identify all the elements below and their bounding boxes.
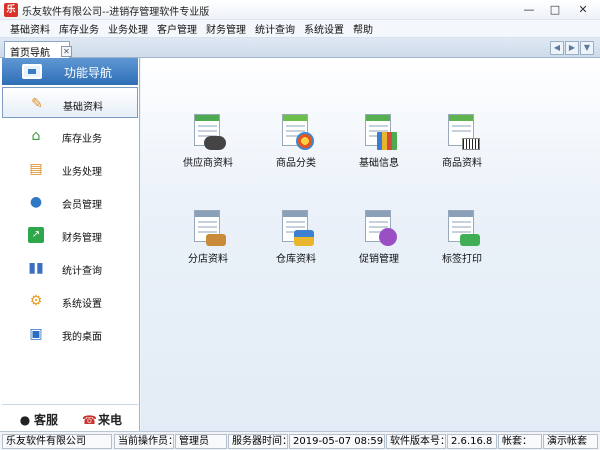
status-server-time-label: 服务器时间： [228, 434, 288, 449]
bar-chart-icon: ▮▮ [28, 260, 44, 276]
branch-sheet-icon [190, 208, 226, 246]
sidebar-item-statistics[interactable]: ▮▮ 统计查询 [2, 252, 138, 285]
navigation-monitor-icon [22, 64, 42, 79]
sidebar-item-label: 系统设置 [62, 299, 102, 310]
window-controls: — □ ✕ [516, 1, 598, 18]
sidebar-title: 功能导航 [64, 66, 113, 80]
function-label-print[interactable]: 标签打印 [427, 208, 497, 265]
tab-menu-icon[interactable]: ▼ [580, 41, 594, 55]
function-label: 仓库资料 [276, 254, 316, 265]
tab-strip: 首页导航 ✕ ◀ ▶ ▼ [0, 38, 600, 59]
incoming-call-label: 来电 [98, 413, 123, 427]
status-operator: 管理员 [175, 434, 227, 449]
menu-item-statistics[interactable]: 统计查询 [251, 21, 299, 36]
tab-prev-icon[interactable]: ◀ [550, 41, 564, 55]
warehouse-sheet-icon [278, 208, 314, 246]
sidebar-item-settings[interactable]: ⚙ 系统设置 [2, 285, 138, 318]
title-bar: 乐 乐友软件有限公司--进销存管理软件专业版 — □ ✕ [0, 0, 600, 20]
status-operator-label: 当前操作员： [114, 434, 174, 449]
menu-bar: 基础资料 库存业务 业务处理 客户管理 财务管理 统计查询 系统设置 帮助 [0, 20, 600, 38]
function-category[interactable]: 商品分类 [261, 112, 331, 169]
close-button[interactable]: ✕ [568, 1, 598, 18]
customer-service-button[interactable]: ● 客服 [18, 411, 58, 428]
sidebar-footer: ● 客服 ☎ 来电 [2, 404, 138, 431]
sidebar-item-label: 业务处理 [62, 167, 102, 178]
tab-close-icon[interactable]: ✕ [61, 46, 72, 57]
sidebar-header: 功能导航 [2, 58, 138, 85]
tab-next-icon[interactable]: ▶ [565, 41, 579, 55]
supplier-sheet-icon [190, 112, 226, 150]
status-account: 演示帐套 [543, 434, 598, 449]
sidebar-item-desktop[interactable]: ▣ 我的桌面 [2, 318, 138, 351]
status-version: 2.6.16.8 [447, 434, 497, 449]
menu-item-inventory[interactable]: 库存业务 [55, 21, 103, 36]
function-label: 标签打印 [442, 254, 482, 265]
sidebar-item-label: 我的桌面 [62, 332, 102, 343]
function-label: 商品分类 [276, 158, 316, 169]
sidebar-item-label: 会员管理 [62, 200, 102, 211]
incoming-call-button[interactable]: ☎ 来电 [82, 411, 122, 428]
main-panel: 供应商资料 商品分类 基础信息 商品资料 分店资料 仓库资料 促销管理 标签打印 [141, 58, 600, 431]
close-icon: ✕ [578, 3, 588, 16]
menu-item-customers[interactable]: 客户管理 [153, 21, 201, 36]
function-products[interactable]: 商品资料 [427, 112, 497, 169]
menu-item-business[interactable]: 业务处理 [104, 21, 152, 36]
sidebar-item-basic-data[interactable]: ✎ 基础资料 [2, 87, 138, 118]
monitor-icon: ▣ [29, 326, 43, 342]
function-warehouse[interactable]: 仓库资料 [261, 208, 331, 265]
cart-icon: ▤ [29, 161, 43, 177]
maximize-icon: □ [549, 3, 561, 16]
tab-home-navigation[interactable]: 首页导航 ✕ [4, 41, 72, 59]
category-sheet-icon [278, 112, 314, 150]
customer-service-label: 客服 [34, 413, 59, 427]
users-icon: ● [29, 194, 43, 210]
function-label: 基础信息 [359, 158, 399, 169]
sidebar-nav: ✎ 基础资料 ⌂ 库存业务 ▤ 业务处理 ● 会员管理 ↗ 财务管理 ▮▮ 统计… [2, 87, 138, 351]
minimize-button[interactable]: — [516, 1, 542, 18]
qq-penguin-icon: ● [19, 412, 31, 427]
function-supplier[interactable]: 供应商资料 [173, 112, 243, 169]
minimize-icon: — [523, 3, 535, 16]
menu-item-settings[interactable]: 系统设置 [300, 21, 348, 36]
sidebar-item-label: 财务管理 [62, 233, 102, 244]
phone-icon: ☎ [82, 412, 97, 427]
status-bar: 乐友软件有限公司 当前操作员： 管理员 服务器时间： 2019-05-07 08… [0, 431, 600, 450]
label-print-sheet-icon [444, 208, 480, 246]
window-title: 乐友软件有限公司--进销存管理软件专业版 [22, 7, 210, 18]
app-logo-icon: 乐 [4, 3, 18, 17]
status-account-label: 帐套： [498, 434, 542, 449]
sidebar-item-label: 库存业务 [62, 134, 102, 145]
binders-sheet-icon [361, 112, 397, 150]
barcode-sheet-icon [444, 112, 480, 150]
sidebar-item-label: 统计查询 [62, 266, 102, 277]
function-branch[interactable]: 分店资料 [173, 208, 243, 265]
sidebar-item-inventory[interactable]: ⌂ 库存业务 [2, 120, 138, 153]
maximize-button[interactable]: □ [542, 1, 568, 18]
sidebar-item-members[interactable]: ● 会员管理 [2, 186, 138, 219]
function-basic-info[interactable]: 基础信息 [344, 112, 414, 169]
status-version-label: 软件版本号： [386, 434, 446, 449]
home-icon: ⌂ [31, 128, 41, 144]
function-promotion[interactable]: 促销管理 [344, 208, 414, 265]
pencil-icon: ✎ [31, 96, 43, 112]
promotion-sheet-icon [361, 208, 397, 246]
function-label: 供应商资料 [183, 158, 233, 169]
sidebar-item-label: 基础资料 [63, 102, 103, 113]
sidebar: 功能导航 ✎ 基础资料 ⌂ 库存业务 ▤ 业务处理 ● 会员管理 ↗ 财务管理 … [0, 58, 140, 431]
sidebar-item-finance[interactable]: ↗ 财务管理 [2, 219, 138, 252]
menu-item-finance[interactable]: 财务管理 [202, 21, 250, 36]
menu-item-basic-data[interactable]: 基础资料 [6, 21, 54, 36]
function-label: 促销管理 [359, 254, 399, 265]
chart-board-icon: ↗ [28, 227, 44, 243]
function-label: 分店资料 [188, 254, 228, 265]
status-server-time: 2019-05-07 08:59:31 [289, 434, 385, 449]
tab-navigation: ◀ ▶ ▼ [550, 41, 594, 55]
gear-icon: ⚙ [29, 293, 43, 309]
sidebar-item-business[interactable]: ▤ 业务处理 [2, 153, 138, 186]
menu-item-help[interactable]: 帮助 [349, 21, 377, 36]
function-label: 商品资料 [442, 158, 482, 169]
status-company: 乐友软件有限公司 [2, 434, 112, 449]
